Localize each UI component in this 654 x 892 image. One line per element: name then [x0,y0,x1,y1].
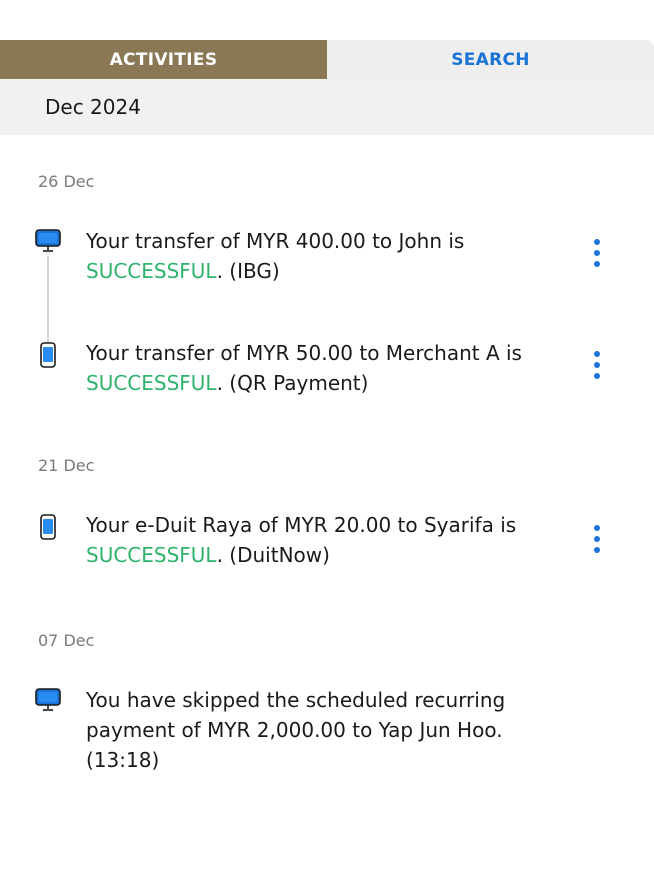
activity-text: You have skipped the scheduled recurring… [86,688,506,772]
tab-activities[interactable]: ACTIVITIES [0,40,327,79]
mobile-icon [40,514,56,540]
date-header: 07 Dec [38,631,95,650]
activity-text: Your transfer of MYR 50.00 to Merchant A… [86,341,522,395]
date-header: 21 Dec [38,456,95,475]
more-options-button[interactable] [586,237,608,269]
month-header: Dec 2024 [0,79,654,135]
tab-bar: ACTIVITIES SEARCH [0,40,654,79]
more-options-button[interactable] [586,523,608,555]
timeline-connector [47,256,49,342]
month-label: Dec 2024 [45,95,141,119]
desktop-icon [35,229,61,252]
desktop-icon [35,688,61,711]
date-header: 26 Dec [38,172,95,191]
activity-text: Your transfer of MYR 400.00 to John is S… [86,229,465,283]
tab-search[interactable]: SEARCH [327,40,654,79]
mobile-icon [40,342,56,368]
status-successful: SUCCESSFUL [86,543,217,567]
activity-text: Your e-Duit Raya of MYR 20.00 to Syarifa… [86,513,517,567]
status-successful: SUCCESSFUL [86,259,217,283]
status-successful: SUCCESSFUL [86,371,217,395]
more-options-button[interactable] [586,349,608,381]
